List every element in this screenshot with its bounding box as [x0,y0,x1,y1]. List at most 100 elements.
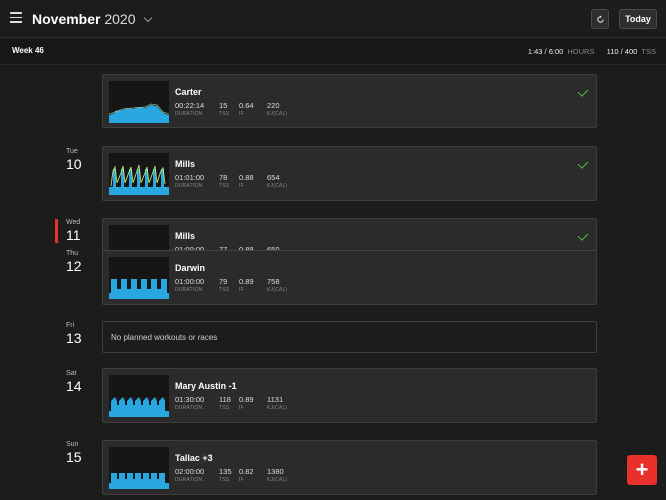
refresh-icon [596,14,604,23]
duration-label: DURATION [175,405,203,411]
day-of-week: Fri [66,322,75,329]
check-icon [577,86,589,97]
tss-label: TSS [219,405,230,411]
tss-value: 78 [219,173,228,182]
workout-metrics: 00:22:14 DURATION 15 TSS 0.64 IF 220 KJ(CAL) [175,101,307,117]
duration-label: DURATION [175,287,203,293]
day-label-thu: Thu 12 [66,250,86,274]
tss-metric: 79 TSS [219,277,239,293]
workout-profile-thumbnail [109,81,169,123]
day-number: 11 [66,227,81,243]
if-value: 0.88 [239,173,254,182]
tss-label: TSS [219,111,230,117]
day-of-week: Wed [66,219,81,226]
day-label-tue: Tue 10 [66,148,86,172]
tss-metric: 78 TSS [219,173,239,189]
tss-value: 118 [219,395,231,404]
today-button[interactable]: Today [619,9,657,29]
tss-value: 135 [219,467,232,476]
hours-value: 1:43 / 6:00 [527,47,564,56]
kj-value: 758 [267,277,280,286]
workout-profile-thumbnail [109,153,169,195]
year-label: 2020 [104,11,136,27]
empty-day-placeholder[interactable]: No planned workouts or races [102,321,597,353]
refresh-button[interactable] [591,9,609,29]
kj-metric: 1380 KJ(CAL) [267,467,307,483]
tss-unit: TSS [641,47,656,56]
duration-value: 00:22:14 [175,101,205,110]
kj-label: KJ(CAL) [267,183,288,189]
tss-label: TSS [219,183,230,189]
week-stats: 1:43 / 6:00 HOURS 110 / 400 TSS [528,47,656,56]
tss-label: TSS [219,477,230,483]
workout-profile-thumbnail [109,257,169,299]
kj-label: KJ(CAL) [267,111,288,117]
if-value: 0.82 [239,467,254,476]
if-label: IF [239,183,244,189]
day-label-sun: Sun 15 [66,441,86,465]
if-value: 0.89 [239,277,254,286]
day-number: 14 [66,378,82,394]
duration-metric: 00:22:14 DURATION [175,101,219,117]
kj-metric: 758 KJ(CAL) [267,277,307,293]
if-label: IF [239,111,244,117]
workout-profile-thumbnail [109,447,169,489]
if-metric: 0.88 IF [239,173,267,189]
tss-metric: 135 TSS [219,467,239,483]
if-value: 0.64 [239,101,254,110]
kj-value: 1131 [267,395,284,404]
week-summary-bar: Week 46 1:43 / 6:00 HOURS 110 / 400 TSS [0,39,666,65]
workout-name: Carter [175,87,202,97]
kj-label: KJ(CAL) [267,287,288,293]
menu-icon[interactable] [10,12,22,24]
kj-label: KJ(CAL) [267,477,288,483]
if-label: IF [239,477,244,483]
day-of-week: Thu [66,250,79,257]
check-icon [577,230,589,241]
hours-unit: HOURS [567,47,595,56]
kj-value: 220 [267,101,280,110]
duration-metric: 01:00:00 DURATION [175,277,219,293]
workout-card[interactable]: Mary Austin -1 01:30:00 DURATION 118 TSS 0… [102,368,597,423]
if-metric: 0.89 IF [239,277,267,293]
add-workout-button[interactable]: + [627,455,657,485]
if-metric: 0.64 IF [239,101,267,117]
duration-metric: 02:00:00 DURATION [175,467,219,483]
month-selector[interactable]: November 2020 [32,11,153,27]
today-indicator [55,219,58,243]
month-label: November [32,11,101,27]
duration-label: DURATION [175,183,203,189]
workout-card[interactable]: Tallac +3 02:00:00 DURATION 135 TSS 0.82 IF… [102,440,597,495]
workout-card[interactable]: Mills 01:01:00 DURATION 78 TSS 0.88 IF 654 K… [102,146,597,201]
workout-card[interactable]: Darwin 01:00:00 DURATION 79 TSS 0.89 IF 758… [102,250,597,305]
kj-value: 654 [267,173,280,182]
workout-name: Mills [175,231,196,241]
day-number: 13 [66,330,82,346]
chevron-down-icon [144,13,153,23]
day-of-week: Tue [66,148,78,155]
workout-profile-thumbnail [109,375,169,417]
workout-card[interactable]: Carter 00:22:14 DURATION 15 TSS 0.64 IF 220… [102,74,597,128]
tss-value: 79 [219,277,228,286]
if-metric: 0.89 IF [239,395,267,411]
kj-metric: 1131 KJ(CAL) [267,395,307,411]
duration-value: 01:30:00 [175,395,205,404]
check-icon [577,158,589,169]
duration-value: 01:01:00 [175,173,205,182]
kj-value: 1380 [267,467,284,476]
kj-label: KJ(CAL) [267,405,288,411]
workout-metrics: 02:00:00 DURATION 135 TSS 0.82 IF 1380 KJ(CA… [175,467,307,483]
workout-metrics: 01:30:00 DURATION 118 TSS 0.89 IF 1131 KJ(CA… [175,395,307,411]
duration-label: DURATION [175,111,203,117]
day-of-week: Sun [66,441,79,448]
duration-metric: 01:30:00 DURATION [175,395,219,411]
day-number: 12 [66,258,82,274]
week-label: Week 46 [12,46,44,55]
tss-value: 110 / 400 [606,47,638,56]
tss-metric: 118 TSS [219,395,239,411]
duration-metric: 01:01:00 DURATION [175,173,219,189]
day-number: 15 [66,449,82,465]
day-label-fri: Fri 13 [66,322,86,346]
empty-day-text: No planned workouts or races [111,333,218,342]
tss-metric: 15 TSS [219,101,239,117]
